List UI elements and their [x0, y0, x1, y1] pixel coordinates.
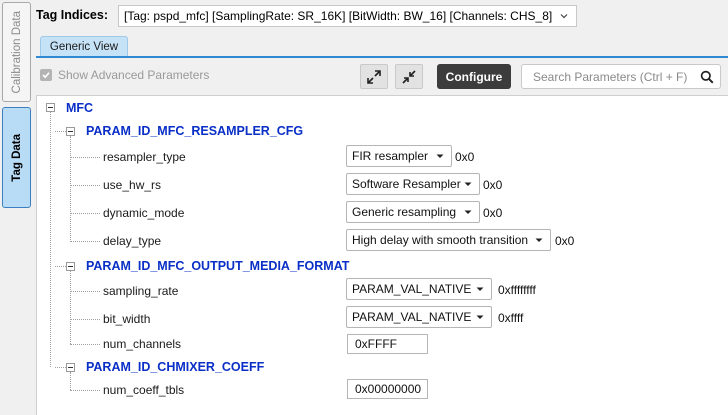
- caret-down-icon: [464, 210, 472, 214]
- parameter-tree: MFC PARAM_ID_MFC_RESAMPLER_CFG resampler…: [36, 95, 728, 415]
- dynamic-mode-dropdown[interactable]: Generic resampling: [346, 201, 480, 223]
- tree-connector: [55, 367, 66, 368]
- tab-generic-view-label: Generic View: [49, 41, 119, 53]
- dynamic-mode-hex: 0x0: [483, 206, 503, 220]
- tab-generic-view[interactable]: Generic View: [40, 36, 128, 57]
- resampler-type-value: FIR resampler: [352, 149, 429, 163]
- tree-node-chmixer-coeff[interactable]: PARAM_ID_CHMIXER_COEFF: [86, 360, 264, 374]
- tree-connector: [70, 213, 100, 214]
- search-input[interactable]: [533, 69, 693, 84]
- tree-connector: [70, 157, 100, 158]
- collapse-icon: [402, 69, 416, 84]
- tab-underline: [36, 56, 728, 58]
- tree-connector: [55, 131, 66, 132]
- expand-all-button[interactable]: [360, 64, 388, 89]
- checkbox-checked-icon: [40, 69, 52, 81]
- show-advanced-label: Show Advanced Parameters: [58, 68, 210, 82]
- tag-indices-value: [Tag: pspd_mfc] [SamplingRate: SR_16K] […: [124, 9, 553, 23]
- sampling-rate-hex: 0xffffffff: [498, 283, 536, 297]
- tree-connector: [70, 390, 100, 391]
- tree-node-mfc[interactable]: MFC: [66, 101, 93, 115]
- collapse-toggle-mfc[interactable]: [46, 103, 55, 112]
- delay-type-value: High delay with smooth transition: [352, 233, 529, 247]
- sampling-rate-value: PARAM_VAL_NATIVE: [352, 282, 472, 296]
- param-label-num-channels: num_channels: [103, 337, 182, 351]
- caret-down-icon: [476, 315, 484, 319]
- bit-width-hex: 0xffff: [498, 311, 524, 325]
- bit-width-dropdown[interactable]: PARAM_VAL_NATIVE: [346, 306, 492, 328]
- tab-calibration-data[interactable]: Calibration Data: [2, 2, 31, 102]
- expand-icon: [367, 69, 381, 84]
- num-coeff-tbls-field[interactable]: 0x00000000: [347, 379, 428, 399]
- delay-type-dropdown[interactable]: High delay with smooth transition: [346, 229, 551, 251]
- param-label-resampler-type: resampler_type: [103, 150, 186, 164]
- tag-indices-label: Tag Indices:: [36, 8, 109, 22]
- tag-indices-dropdown[interactable]: [Tag: pspd_mfc] [SamplingRate: SR_16K] […: [118, 5, 577, 27]
- tree-connector: [70, 271, 71, 344]
- tab-calibration-data-label: Calibration Data: [10, 10, 23, 94]
- dynamic-mode-value: Generic resampling: [352, 205, 457, 219]
- tree-connector: [70, 344, 100, 345]
- bit-width-value: PARAM_VAL_NATIVE: [352, 310, 472, 324]
- param-label-sampling-rate: sampling_rate: [103, 284, 179, 298]
- caret-down-icon: [535, 238, 543, 242]
- tree-connector: [70, 291, 100, 292]
- tree-node-output-media-format[interactable]: PARAM_ID_MFC_OUTPUT_MEDIA_FORMAT: [86, 259, 349, 273]
- collapse-all-button[interactable]: [395, 64, 423, 89]
- param-label-delay-type: delay_type: [103, 234, 162, 248]
- caret-down-icon: [436, 154, 444, 158]
- collapse-toggle-output-media-format[interactable]: [66, 262, 75, 271]
- show-advanced-checkbox[interactable]: Show Advanced Parameters: [40, 68, 209, 82]
- tree-connector: [70, 136, 71, 242]
- search-icon[interactable]: [700, 70, 714, 84]
- caret-down-icon: [464, 182, 472, 186]
- collapse-toggle-chmixer-coeff[interactable]: [66, 363, 75, 372]
- search-box: [521, 64, 721, 89]
- use-hw-rs-hex: 0x0: [483, 178, 503, 192]
- tree-connector: [70, 241, 100, 242]
- vertical-tab-strip: Calibration Data Tag Data: [0, 0, 33, 415]
- tree-node-resampler-cfg[interactable]: PARAM_ID_MFC_RESAMPLER_CFG: [86, 124, 303, 138]
- param-label-dynamic-mode: dynamic_mode: [103, 206, 185, 220]
- collapse-toggle-resampler-cfg[interactable]: [66, 127, 75, 136]
- param-label-num-coeff-tbls: num_coeff_tbls: [103, 383, 185, 397]
- chevron-down-icon: [560, 14, 568, 19]
- tree-connector: [70, 185, 100, 186]
- param-label-bit-width: bit_width: [103, 312, 151, 326]
- tab-tag-data-label: Tag Data: [10, 133, 23, 182]
- delay-type-hex: 0x0: [555, 234, 575, 248]
- use-hw-rs-dropdown[interactable]: Software Resampler: [346, 173, 480, 195]
- use-hw-rs-value: Software Resampler: [352, 177, 461, 191]
- tab-tag-data[interactable]: Tag Data: [2, 107, 31, 208]
- tree-connector: [55, 266, 66, 267]
- sampling-rate-dropdown[interactable]: PARAM_VAL_NATIVE: [346, 278, 492, 300]
- resampler-type-dropdown[interactable]: FIR resampler: [346, 145, 452, 167]
- num-channels-field[interactable]: 0xFFFF: [347, 334, 428, 354]
- tree-connector: [50, 112, 51, 367]
- configure-button[interactable]: Configure: [437, 64, 511, 89]
- caret-down-icon: [476, 287, 484, 291]
- tree-connector: [70, 319, 100, 320]
- param-label-use-hw-rs: use_hw_rs: [103, 178, 162, 192]
- tree-connector: [70, 372, 71, 390]
- resampler-type-hex: 0x0: [455, 150, 475, 164]
